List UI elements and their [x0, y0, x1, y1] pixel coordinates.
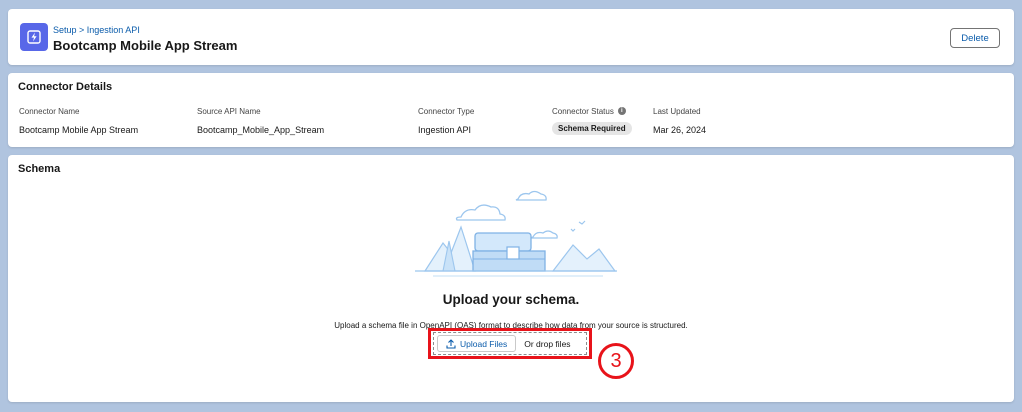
page-title: Bootcamp Mobile App Stream: [53, 38, 238, 53]
connector-name-field: Connector Name Bootcamp Mobile App Strea…: [19, 106, 138, 136]
field-value: Ingestion API: [418, 125, 472, 135]
page-header: Setup > Ingestion API Bootcamp Mobile Ap…: [8, 9, 1014, 65]
field-value: Bootcamp Mobile App Stream: [19, 125, 139, 135]
field-label: Connector Status: [552, 106, 614, 116]
field-value: Mar 26, 2024: [653, 125, 707, 135]
field-value-row: Schema Required: [552, 122, 632, 136]
schema-title: Schema: [18, 163, 61, 175]
info-icon[interactable]: i: [617, 107, 626, 115]
lightning-bolt-icon: [20, 23, 48, 51]
upload-files-button[interactable]: Upload Files: [437, 335, 517, 352]
delete-button[interactable]: Delete: [950, 28, 1000, 48]
file-dropzone[interactable]: Upload Files Or drop files: [433, 332, 587, 355]
field-label: Connector Type: [418, 106, 475, 116]
field-label: Source API Name: [197, 106, 261, 116]
connector-details-title: Connector Details: [18, 81, 113, 93]
source-api-name-field: Source API Name Bootcamp_Mobile_App_Stre…: [197, 106, 324, 136]
field-label: Connector Name: [19, 106, 80, 116]
step-number-badge: 3: [598, 343, 634, 379]
upload-files-label: Upload Files: [460, 338, 508, 349]
drop-files-label: Or drop files: [524, 338, 571, 349]
last-updated-field: Last Updated Mar 26, 2024: [653, 106, 706, 136]
connector-type-field: Connector Type Ingestion API: [418, 106, 474, 136]
upload-icon: [446, 338, 456, 349]
upload-heading: Upload your schema.: [442, 292, 580, 307]
field-label-row: Connector Status i: [552, 106, 632, 116]
empty-state-illustration: [415, 190, 617, 277]
field-label: Last Updated: [653, 106, 701, 116]
connector-status-field: Connector Status i Schema Required: [552, 106, 632, 136]
schema-panel: Schema Upload your schema. Upload a sche…: [8, 155, 1014, 402]
status-badge: Schema Required: [552, 122, 632, 135]
field-value: Bootcamp_Mobile_App_Stream: [197, 125, 325, 135]
breadcrumb[interactable]: Setup > Ingestion API: [53, 25, 140, 35]
connector-details-panel: Connector Details Connector Name Bootcam…: [8, 73, 1014, 147]
